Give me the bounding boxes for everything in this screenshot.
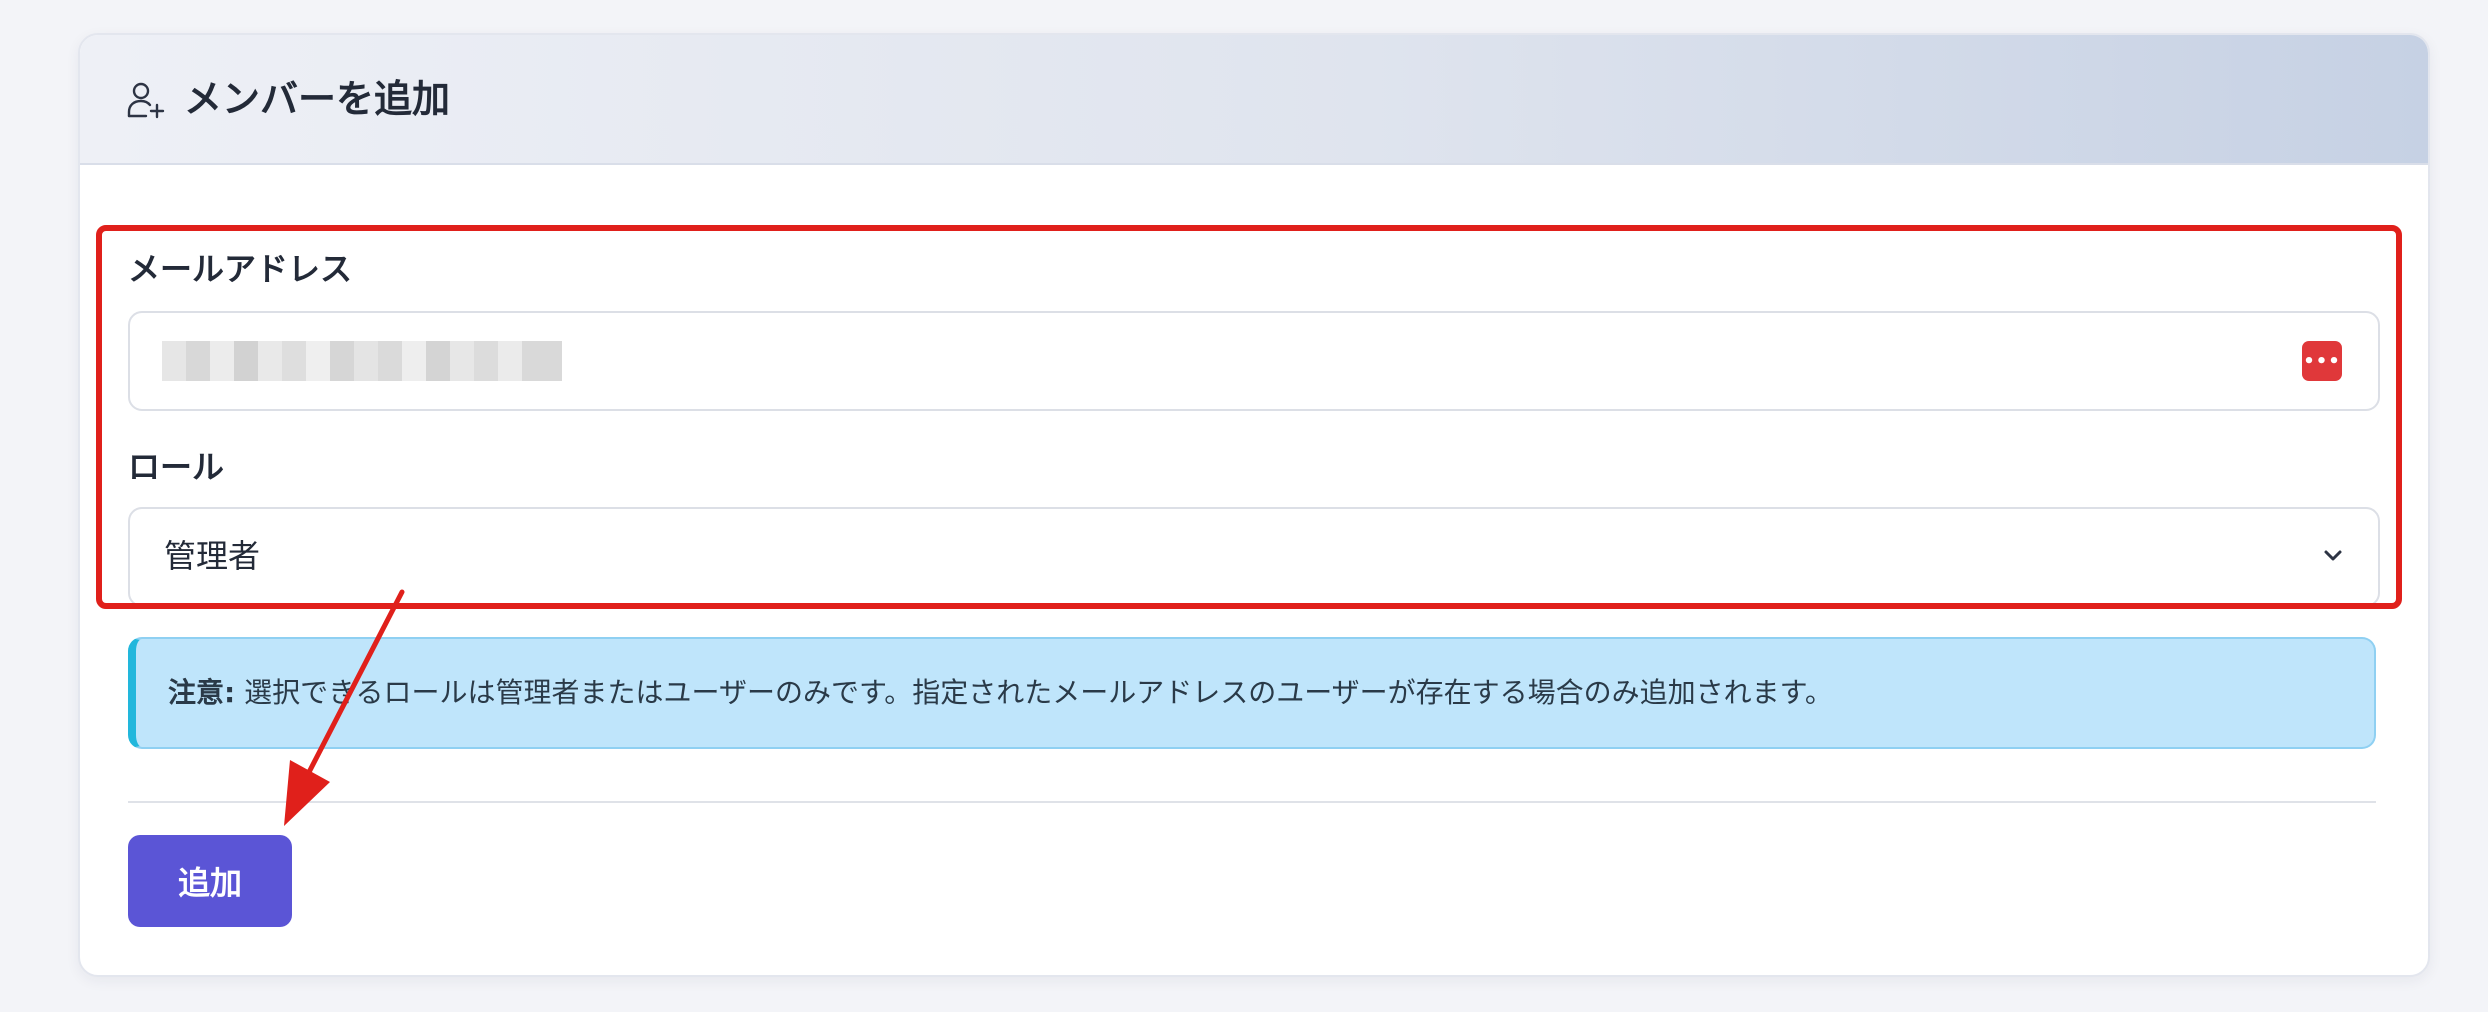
email-field[interactable]: ••• [128, 311, 2380, 411]
role-select[interactable]: 管理者 [128, 507, 2380, 607]
notice-strong: 注意: [168, 676, 236, 709]
add-member-card: メンバーを追加 メールアドレス ••• ロール 管理者 注意: 選択できるロール… [78, 33, 2430, 977]
notice-text: 注意: 選択できるロールは管理者またはユーザーのみです。指定されたメールアドレス… [168, 673, 1833, 713]
password-manager-icon[interactable]: ••• [2302, 341, 2342, 381]
divider [128, 801, 2376, 803]
role-selected-value: 管理者 [164, 537, 261, 575]
email-label: メールアドレス [128, 250, 353, 288]
role-label: ロール [128, 448, 225, 486]
notice-alert: 注意: 選択できるロールは管理者またはユーザーのみです。指定されたメールアドレス… [128, 637, 2376, 749]
card-header: メンバーを追加 [80, 35, 2428, 165]
email-value-redacted [162, 341, 562, 381]
user-plus-icon [127, 82, 165, 119]
notice-message: 選択できるロールは管理者またはユーザーのみです。指定されたメールアドレスのユーザ… [244, 676, 1833, 709]
chevron-down-icon [2324, 550, 2342, 561]
add-button[interactable]: 追加 [128, 835, 292, 927]
page-title: メンバーを追加 [184, 77, 451, 121]
